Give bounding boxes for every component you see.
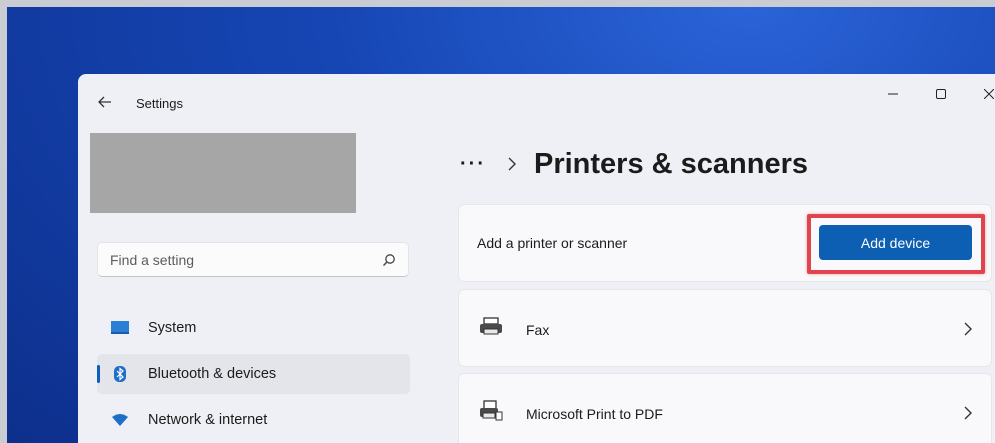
add-device-button[interactable]: Add device bbox=[819, 225, 972, 260]
sidebar-item-label: Network & internet bbox=[148, 412, 268, 428]
sidebar-item-system[interactable]: System bbox=[97, 308, 410, 348]
breadcrumb: ··· Printers & scanners bbox=[460, 144, 808, 184]
system-display-icon bbox=[111, 319, 129, 337]
wifi-icon bbox=[111, 411, 129, 429]
sidebar-item-network-internet[interactable]: Network & internet bbox=[97, 400, 410, 440]
search-icon[interactable] bbox=[382, 253, 396, 267]
chevron-right-icon bbox=[964, 322, 972, 336]
back-button[interactable] bbox=[96, 94, 114, 110]
sidebar-item-label: Bluetooth & devices bbox=[148, 366, 277, 382]
app-title: Settings bbox=[136, 96, 183, 111]
close-button[interactable] bbox=[974, 82, 995, 106]
active-indicator bbox=[97, 365, 100, 383]
close-icon bbox=[984, 89, 994, 99]
sidebar-item-bluetooth-devices[interactable]: Bluetooth & devices bbox=[97, 354, 410, 394]
chevron-right-icon bbox=[964, 406, 972, 420]
breadcrumb-more-button[interactable]: ··· bbox=[460, 154, 486, 174]
printer-icon bbox=[480, 400, 503, 421]
maximize-icon bbox=[936, 89, 946, 99]
device-label: Fax bbox=[526, 322, 550, 338]
back-arrow-icon bbox=[98, 96, 111, 108]
maximize-button[interactable] bbox=[926, 82, 956, 106]
title-bar: Settings bbox=[78, 74, 995, 122]
fax-icon bbox=[480, 317, 502, 335]
device-item-fax[interactable]: Fax bbox=[458, 289, 992, 367]
search-input[interactable] bbox=[110, 251, 370, 269]
page-title: Printers & scanners bbox=[533, 147, 808, 180]
desktop-background: Settings Find a setting System Bluetooth… bbox=[7, 7, 995, 443]
device-label: Microsoft Print to PDF bbox=[526, 406, 663, 422]
minimize-button[interactable] bbox=[878, 82, 908, 106]
settings-window: Settings Find a setting System Bluetooth… bbox=[78, 74, 995, 443]
bluetooth-icon bbox=[111, 365, 129, 383]
add-printer-label: Add a printer or scanner bbox=[477, 235, 628, 251]
account-profile-placeholder[interactable] bbox=[90, 133, 356, 213]
search-box[interactable] bbox=[97, 242, 409, 277]
minimize-icon bbox=[888, 93, 898, 95]
chevron-right-icon bbox=[508, 157, 516, 171]
sidebar-item-label: System bbox=[148, 320, 197, 336]
device-item-microsoft-print-to-pdf[interactable]: Microsoft Print to PDF bbox=[458, 373, 992, 443]
